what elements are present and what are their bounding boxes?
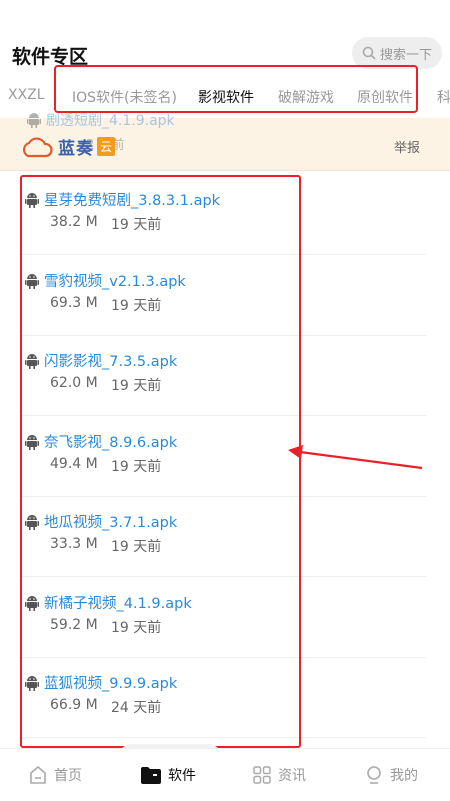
android-icon [27,113,41,128]
nav-software[interactable]: 软件 [140,749,196,801]
file-list-highlight-box [20,175,301,748]
search-placeholder: 搜索一下 [379,47,432,63]
tab-more[interactable]: 科 [437,87,450,107]
nav-news-label: 资讯 [278,768,306,784]
report-link[interactable]: 举报 [394,137,420,156]
cloud-icon [22,137,53,157]
nav-mine[interactable]: 我的 [364,749,418,801]
faded-file-name: 剧透短剧_4.1.9.apk [46,113,175,129]
nav-software-label: 软件 [168,768,196,784]
home-icon [30,766,46,784]
nav-home[interactable]: 首页 [28,749,82,801]
logo-badge: 云 [97,137,116,156]
profile-icon [367,766,381,784]
bottom-nav: 首页 软件 资讯 我的 [0,748,450,801]
grid-icon [253,766,271,784]
nav-mine-label: 我的 [390,768,418,784]
nav-home-label: 首页 [54,768,82,784]
nav-news[interactable]: 资讯 [252,749,306,801]
logo-text: 蓝奏 [58,139,94,159]
lanzou-logo: 蓝奏 云 [20,134,116,159]
search-icon [362,46,376,60]
tab-xxzl[interactable]: XXZL [8,87,45,103]
folder-icon [141,767,161,784]
